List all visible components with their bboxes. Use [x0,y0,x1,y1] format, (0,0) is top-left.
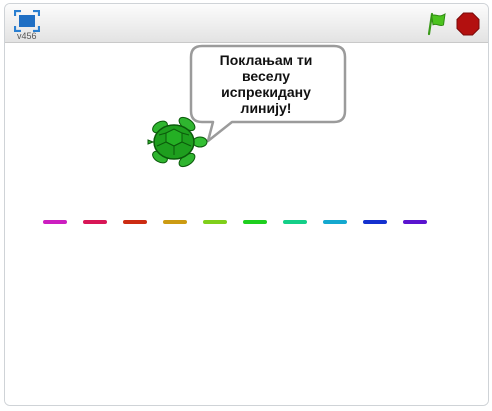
speech-line: испрекидану [221,84,311,100]
dashed-line [43,220,427,224]
stage[interactable]: Поклањам ти веселу испрекидану линију! [5,43,488,405]
speech-line: линију! [240,100,292,116]
scratch-player: v456 Поклањам ти веселу испрекидану лини… [4,3,489,406]
fullscreen-icon[interactable] [14,10,40,32]
turtle-sprite[interactable] [147,113,209,171]
green-flag-icon[interactable] [424,12,448,36]
player-toolbar: v456 [5,4,488,43]
speech-bubble-text: Поклањам ти веселу испрекидану линију! [200,52,332,116]
speech-line: веселу [241,68,291,84]
version-label: v456 [17,31,37,41]
stop-sign-icon[interactable] [456,12,480,36]
speech-line: Поклањам ти [219,52,313,68]
